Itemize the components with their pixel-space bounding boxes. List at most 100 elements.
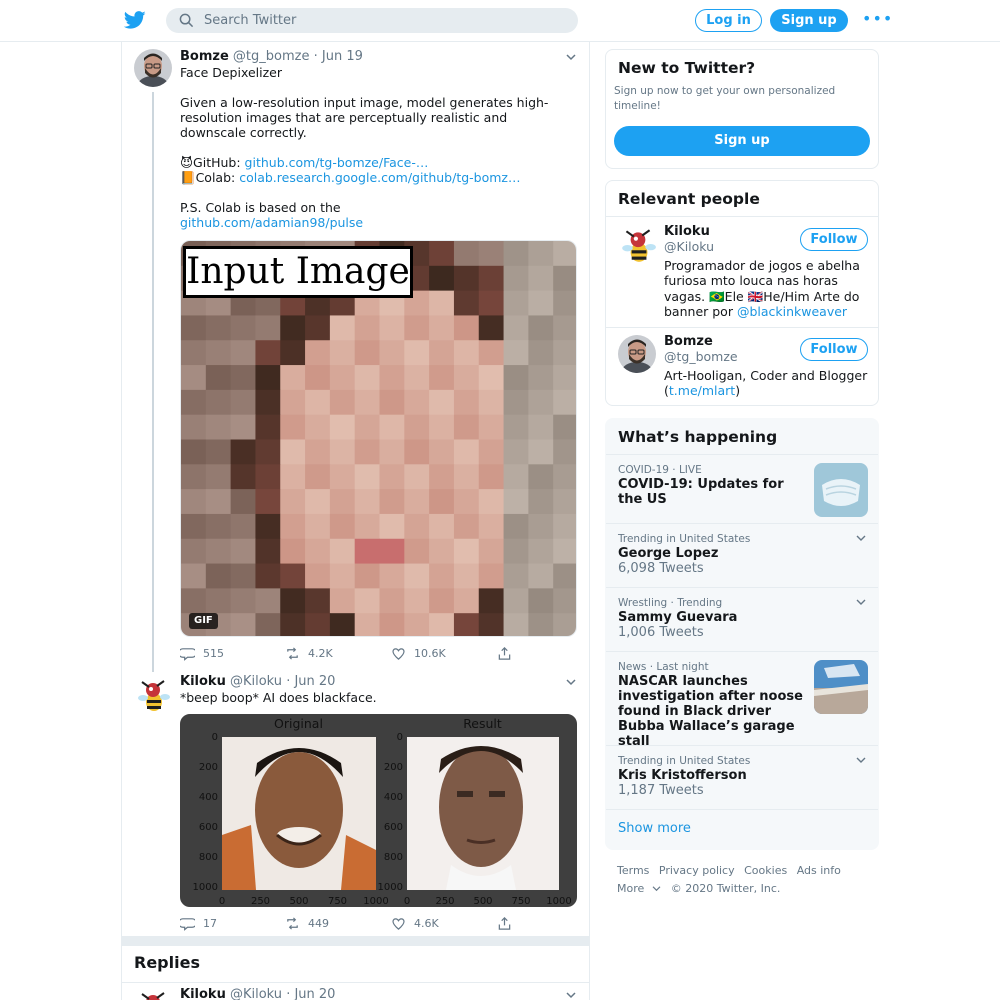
pixel-tile — [404, 464, 430, 490]
avatar[interactable] — [134, 676, 172, 714]
like-action[interactable]: 4.6K — [391, 915, 439, 931]
person-handle[interactable]: @Kiloku — [664, 239, 714, 254]
pixel-tile — [354, 439, 380, 465]
pixel-tile — [329, 365, 356, 391]
avatar[interactable] — [618, 225, 658, 265]
pixel-tile — [280, 538, 306, 565]
share-action[interactable] — [497, 645, 520, 661]
pixel-tile — [553, 389, 576, 416]
pixel-tile — [379, 340, 405, 366]
like-action[interactable]: 10.6K — [391, 645, 446, 661]
original-y-tick-label: 1000 — [193, 882, 218, 893]
pixel-tile — [503, 290, 529, 316]
footer-more-button[interactable]: More — [617, 882, 661, 895]
pixel-tile — [503, 513, 529, 540]
trend-title: Sammy Guevara — [618, 610, 738, 625]
pixel-tile — [453, 563, 480, 589]
footer-link-privacy[interactable]: Privacy policy — [659, 864, 735, 877]
search-box[interactable] — [166, 8, 578, 33]
gif-media[interactable]: Input Image GIF — [180, 240, 577, 637]
author-handle[interactable]: @Kiloku — [230, 987, 282, 1000]
chevron-down-icon[interactable] — [856, 598, 866, 606]
tweet-date[interactable]: · Jun 20 — [286, 987, 335, 1000]
tweet-bomze[interactable]: Bomze @tg_bomze · Jun 19 Face Depixelize… — [122, 42, 589, 672]
pixel-tile — [553, 489, 576, 515]
trend-item[interactable]: News · Last night NASCAR launches invest… — [606, 651, 878, 749]
like-count: 10.6K — [414, 646, 446, 660]
pixel-tile — [354, 414, 380, 440]
reply-action[interactable]: 17 — [180, 915, 217, 931]
pixel-tile — [329, 439, 356, 465]
pixel-tile — [329, 389, 356, 416]
chevron-down-icon[interactable] — [565, 989, 577, 1000]
pixel-tile — [478, 365, 505, 391]
pixel-tile — [503, 340, 529, 366]
retweet-action[interactable]: 449 — [285, 915, 329, 931]
pixel-tile — [503, 563, 529, 589]
github-link[interactable]: github.com/tg-bomze/Face-… — [245, 155, 429, 170]
signup-button[interactable]: Sign up — [770, 9, 848, 32]
pixel-tile — [553, 365, 576, 391]
avatar[interactable] — [134, 988, 172, 1000]
replies-heading: Replies — [134, 953, 200, 972]
search-input[interactable] — [204, 8, 564, 33]
reply-action[interactable]: 515 — [180, 645, 224, 661]
twitter-bird-icon[interactable] — [124, 9, 146, 31]
author-handle[interactable]: @Kiloku — [230, 674, 282, 689]
retweet-action[interactable]: 4.2K — [285, 645, 333, 661]
pixel-tile — [329, 315, 356, 341]
chevron-down-icon[interactable] — [565, 51, 577, 63]
pixel-tile — [255, 588, 281, 614]
trend-item[interactable]: Trending in United States George Lopez 6… — [606, 523, 878, 587]
chevron-down-icon[interactable] — [565, 676, 577, 688]
reply-count: 515 — [203, 646, 224, 660]
person-kiloku[interactable]: Kiloku @Kiloku Follow Programador de jog… — [606, 216, 878, 327]
login-button[interactable]: Log in — [695, 9, 762, 32]
footer-link-cookies[interactable]: Cookies — [744, 864, 787, 877]
colab-link[interactable]: colab.research.google.com/github/tg-bomz… — [239, 170, 520, 185]
follow-button[interactable]: Follow — [800, 228, 868, 251]
trend-item[interactable]: Wrestling · Trending Sammy Guevara 1,006… — [606, 587, 878, 651]
follow-button[interactable]: Follow — [800, 338, 868, 361]
telegram-link[interactable]: t.me/mlart — [669, 383, 735, 398]
tweet-date[interactable]: · Jun 19 — [314, 49, 363, 64]
pixel-tile — [329, 563, 356, 589]
sidebar-signup-button[interactable]: Sign up — [614, 126, 870, 156]
person-name[interactable]: Bomze — [664, 334, 713, 349]
pixel-tile — [305, 613, 331, 636]
input-image-label: Input Image — [183, 246, 413, 298]
result-y-tick-label: 600 — [384, 822, 403, 833]
avatar[interactable] — [134, 49, 172, 87]
footer-link-terms[interactable]: Terms — [617, 864, 649, 877]
pixel-tile — [181, 340, 207, 366]
person-bomze[interactable]: Bomze @tg_bomze Follow Art-Hooligan, Cod… — [606, 327, 878, 405]
footer-link-ads[interactable]: Ads info — [797, 864, 841, 877]
author-name[interactable]: Kiloku — [180, 987, 226, 1000]
chevron-down-icon[interactable] — [856, 756, 866, 764]
avatar[interactable] — [618, 335, 656, 373]
chevron-down-icon[interactable] — [856, 534, 866, 542]
author-name[interactable]: Kiloku — [180, 674, 226, 689]
pixel-tile — [453, 588, 480, 614]
comparison-image[interactable]: Original Result 0 200 400 600 800 1000 0… — [180, 714, 577, 907]
person-name[interactable]: Kiloku — [664, 224, 710, 239]
pixel-tile — [453, 315, 480, 341]
timeline: Bomze @tg_bomze · Jun 19 Face Depixelize… — [121, 42, 590, 1000]
banner-artist-link[interactable]: @blackinkweaver — [737, 304, 847, 319]
pulse-link[interactable]: github.com/adamian98/pulse — [180, 215, 363, 230]
pixel-tile — [553, 588, 576, 614]
pixel-tile — [354, 538, 380, 565]
tweet-kiloku[interactable]: Kiloku @Kiloku · Jun 20 *beep boop* AI d… — [122, 670, 589, 936]
trend-item[interactable]: COVID-19 · LIVE COVID-19: Updates for th… — [606, 454, 878, 523]
pixel-tile — [305, 414, 331, 440]
share-action[interactable] — [497, 915, 520, 931]
trend-item[interactable]: Trending in United States Kris Kristoffe… — [606, 745, 878, 809]
author-name[interactable]: Bomze — [180, 49, 229, 64]
more-options-icon[interactable]: ••• — [862, 11, 893, 27]
show-more-link[interactable]: Show more — [606, 809, 878, 847]
person-handle[interactable]: @tg_bomze — [664, 349, 738, 364]
tweet-date[interactable]: · Jun 20 — [286, 674, 335, 689]
original-y-tick-label: 200 — [199, 762, 218, 773]
reply-tweet[interactable]: Kiloku @Kiloku · Jun 20 — [122, 984, 589, 1000]
author-handle[interactable]: @tg_bomze — [233, 49, 310, 64]
